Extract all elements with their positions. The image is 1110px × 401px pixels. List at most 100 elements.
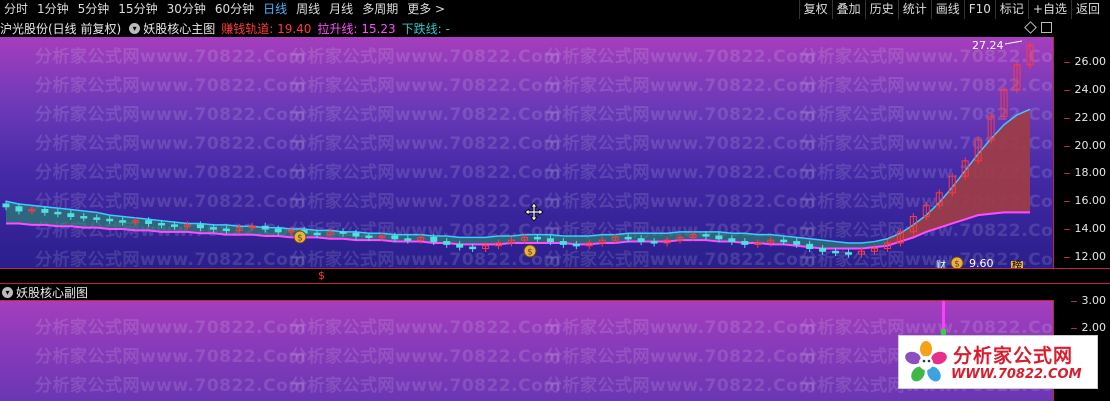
candle-body: [650, 241, 658, 244]
period-tab[interactable]: 15分钟: [114, 0, 162, 19]
price-tick: 22.00: [1063, 110, 1106, 124]
main-chart[interactable]: 分析家公式网www.70822.Com 分析家公式网www.70822.Com 分析…: [0, 37, 1053, 268]
toolbar-button[interactable]: F10: [963, 0, 995, 19]
watermark-text: 分析家公式网www.70822.Com: [290, 347, 562, 367]
candle-body: [158, 222, 166, 226]
candle-body: [430, 236, 438, 243]
main-indicator-name[interactable]: 妖股核心主图: [143, 20, 215, 37]
candle-body: [41, 209, 49, 213]
watermark-text: 分析家公式网www.70822.Com: [545, 318, 817, 338]
candle-body: [806, 243, 814, 250]
sub-tick: 2.00: [1070, 321, 1106, 334]
logo-url: WWW.70822.COM: [951, 367, 1082, 382]
toolbar-button[interactable]: 标记: [994, 0, 1028, 19]
toolbar-button[interactable]: 历史: [864, 0, 898, 19]
flower-logo-icon: [905, 341, 947, 382]
candle-body: [702, 234, 710, 237]
watermark-text: 分析家公式网www.70822.Com: [35, 318, 307, 338]
diamond-icon[interactable]: [1024, 21, 1037, 34]
candle-body: [845, 252, 853, 255]
legend-money-track: 赚钱轨道: 19.40: [221, 20, 311, 37]
sub-chart[interactable]: 分析家公式网www.70822.Com 分析家公式网www.70822.Com 分析…: [0, 300, 1053, 401]
period-tab[interactable]: 日线: [259, 0, 292, 19]
candle-body: [533, 236, 541, 240]
period-tab[interactable]: 5分钟: [74, 0, 115, 19]
legend-money-track-value: 19.40: [277, 22, 312, 36]
chevron-down-icon[interactable]: ▾: [2, 286, 13, 298]
main-price-axis: 26.00 24.00 22.00 20.00 18.00 16.00 14.00 12.00: [1053, 37, 1110, 268]
high-marker-line: [1004, 40, 1023, 45]
toolbar-button[interactable]: 统计: [897, 0, 931, 19]
price-tick: 18.00: [1063, 166, 1106, 180]
legend-lift-line: 拉升线: 15.23: [317, 20, 395, 37]
candle-body: [106, 218, 114, 222]
candle-body: [819, 248, 827, 252]
uptrend-band: [887, 109, 1030, 246]
candle-body: [391, 235, 399, 240]
svg-text:$: $: [527, 248, 533, 258]
toolbar-button[interactable]: 返回: [1070, 0, 1104, 19]
money-bag-icon: $: [523, 244, 537, 258]
candle-body: [93, 217, 101, 220]
candle-body: [793, 241, 801, 245]
dollar-marker-icon: $: [318, 269, 325, 282]
price-tick: 16.00: [1063, 194, 1106, 208]
legend-down-line-label: 下跌线:: [401, 22, 442, 36]
toolbar-button[interactable]: 叠加: [831, 0, 865, 19]
cai-badge[interactable]: 财: [935, 261, 947, 268]
candle-body: [339, 231, 347, 234]
maximize-icon[interactable]: [1041, 22, 1052, 33]
bang-badge[interactable]: 榜: [1011, 261, 1023, 268]
move-cursor-icon: [524, 202, 544, 222]
period-tab[interactable]: 30分钟: [163, 0, 211, 19]
period-tab[interactable]: 60分钟: [211, 0, 259, 19]
candle-body: [443, 241, 451, 245]
period-tab[interactable]: 多周期: [358, 0, 403, 19]
legend-money-track-label: 赚钱轨道:: [221, 22, 274, 36]
candle-body: [2, 203, 10, 208]
period-tab[interactable]: 月线: [325, 0, 358, 19]
candle-body: [67, 213, 75, 218]
candle-body: [54, 211, 62, 215]
candle-body: [469, 246, 477, 250]
legend-down-line-value: -: [445, 22, 450, 36]
sub-chart-header: ▾ 妖股核心副图: [0, 283, 1110, 300]
watermark-text: 分析家公式网www.70822.Com: [545, 347, 817, 367]
legend-lift-line-label: 拉升线:: [317, 22, 358, 36]
candle-body: [637, 238, 645, 243]
price-tick: 14.00: [1063, 222, 1106, 236]
watermark-text: 分析家公式网www.70822.Com: [290, 376, 562, 396]
candle-body: [261, 225, 269, 230]
candle-body: [196, 224, 204, 229]
price-tick: 26.00: [1063, 55, 1106, 69]
candle-body: [274, 228, 282, 233]
candle-body: [572, 243, 580, 247]
toolbar-right-buttons: 复权 叠加 历史 统计 画线 F10 标记 +自选 返回: [798, 0, 1104, 19]
toolbar-button[interactable]: 画线: [930, 0, 964, 19]
price-tick: 12.00: [1063, 249, 1106, 263]
legend-lift-line-value: 15.23: [361, 22, 396, 36]
price-tick: 20.00: [1063, 138, 1106, 152]
period-tab[interactable]: 更多 >: [403, 0, 450, 19]
date-strip: $: [0, 268, 1110, 283]
logo-name: 分析家公式网: [953, 345, 1074, 367]
candle-body: [313, 232, 321, 236]
toolbar-button[interactable]: +自选: [1027, 0, 1071, 19]
watermark-text: 分析家公式网www.70822.Com: [290, 318, 562, 338]
period-tab[interactable]: 1分钟: [33, 0, 74, 19]
high-price-label: 27.24: [972, 39, 1004, 52]
candle-body: [80, 216, 88, 219]
candle-body: [559, 241, 567, 245]
period-tab[interactable]: 分时: [0, 0, 33, 19]
chevron-down-icon[interactable]: ▾: [129, 23, 141, 34]
candle-body: [352, 232, 360, 237]
sub-indicator-name[interactable]: 妖股核心副图: [16, 284, 88, 301]
period-tab[interactable]: 周线: [292, 0, 325, 19]
candle-body: [741, 241, 749, 245]
watermark-text: 分析家公式网www.70822.Com: [35, 376, 307, 396]
watermark-text: 分析家公式网www.70822.Com: [545, 376, 817, 396]
candle-body: [15, 206, 23, 212]
main-chart-header: 沪光股份(日线 前复权) ▾ 妖股核心主图 赚钱轨道: 19.40 拉升线: 1…: [0, 20, 1110, 37]
candle-body: [456, 243, 464, 248]
toolbar-button[interactable]: 复权: [798, 0, 832, 19]
